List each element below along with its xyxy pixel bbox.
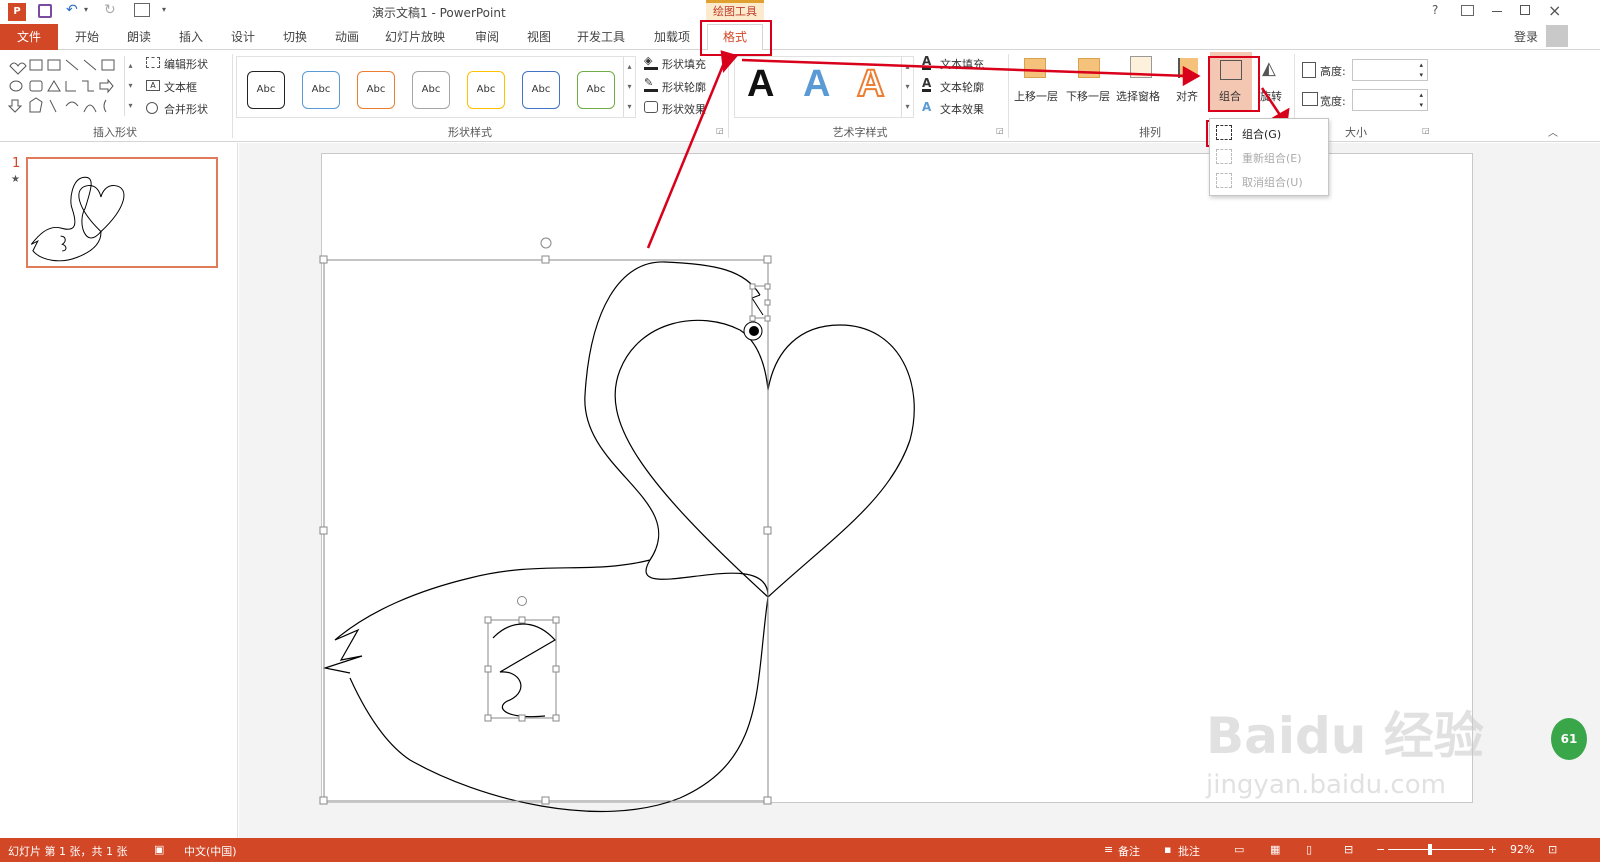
menu-item-regroup-label: 重新组合(E): [1242, 152, 1302, 165]
heart-outline[interactable]: [614, 319, 915, 598]
normal-view-icon[interactable]: ▭: [1234, 843, 1244, 856]
comments-button[interactable]: 批注: [1178, 843, 1200, 859]
format-tab-highlight: [700, 20, 772, 56]
floating-badge-text: 61: [1560, 732, 1578, 746]
notes-button[interactable]: 备注: [1118, 843, 1140, 859]
comments-icon: ▪: [1164, 843, 1172, 856]
slide-info: 幻灯片 第 1 张，共 1 张: [8, 845, 128, 858]
reading-view-icon[interactable]: ▯: [1306, 843, 1312, 856]
zoom-slider-thumb[interactable]: [1428, 844, 1432, 855]
zoom-level[interactable]: 92%: [1510, 843, 1534, 856]
swan-pupil: [749, 326, 759, 336]
group-dropdown-menu: 组合(G) 重新组合(E) 取消组合(U): [1209, 118, 1329, 196]
zoom-in-icon[interactable]: +: [1488, 843, 1497, 856]
rotate-handle-icon[interactable]: [517, 596, 527, 606]
menu-item-group[interactable]: 组合(G): [1210, 121, 1328, 145]
menu-item-ungroup-label: 取消组合(U): [1242, 176, 1303, 189]
beak-selection-frame[interactable]: [749, 283, 771, 322]
slide-sorter-icon[interactable]: ▦: [1270, 843, 1280, 856]
zoom-out-icon[interactable]: −: [1376, 843, 1385, 856]
selection-frame[interactable]: [319, 255, 772, 805]
fit-to-window-icon[interactable]: ⊡: [1548, 843, 1557, 856]
swan-beak[interactable]: [751, 294, 764, 316]
rotate-handle-icon[interactable]: [540, 237, 552, 249]
notes-icon: ≡: [1104, 843, 1114, 856]
menu-item-ungroup[interactable]: 取消组合(U): [1210, 169, 1328, 193]
menu-item-group-label: 组合(G): [1242, 128, 1282, 141]
group-button-highlight: [1208, 56, 1260, 112]
menu-item-regroup[interactable]: 重新组合(E): [1210, 145, 1328, 169]
annotation-arrows: [646, 50, 1290, 249]
swan-wing[interactable]: [492, 623, 556, 718]
regroup-icon: [1216, 149, 1232, 164]
swan-outline[interactable]: [322, 261, 769, 813]
baidu-watermark-url: jingyan.baidu.com: [1206, 770, 1446, 800]
ungroup-icon: [1216, 173, 1232, 188]
spell-check-icon[interactable]: ▣: [154, 843, 164, 856]
language-indicator[interactable]: 中文(中国): [184, 843, 237, 859]
group-icon: [1216, 125, 1232, 140]
zoom-slider[interactable]: [1388, 849, 1484, 850]
slideshow-view-icon[interactable]: ⊟: [1344, 843, 1353, 856]
baidu-watermark: Baidu 经验: [1206, 707, 1484, 765]
floating-badge[interactable]: 61: [1551, 718, 1587, 760]
status-bar: 幻灯片 第 1 张，共 1 张 ▣ 中文(中国) ≡ 备注 ▪ 批注 ▭ ▦ ▯…: [0, 838, 1600, 862]
